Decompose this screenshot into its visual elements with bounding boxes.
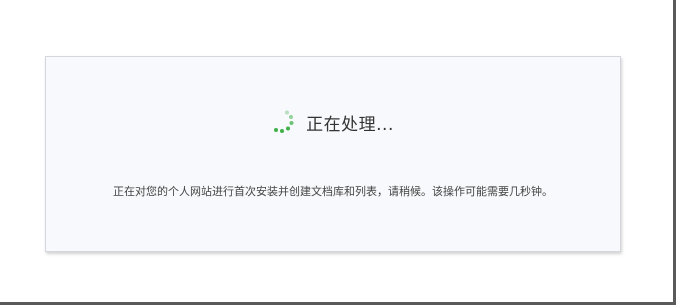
progress-message: 正在对您的个人网站进行首次安装并创建文档库和列表，请稍候。该操作可能需要几秒钟。 bbox=[113, 185, 553, 198]
status-row: 正在处理... bbox=[46, 107, 620, 137]
loading-spinner-icon bbox=[272, 109, 294, 135]
status-text: 正在处理... bbox=[306, 114, 394, 135]
processing-dialog: 正在处理... 正在对您的个人网站进行首次安装并创建文档库和列表，请稍候。该操作… bbox=[45, 56, 621, 252]
